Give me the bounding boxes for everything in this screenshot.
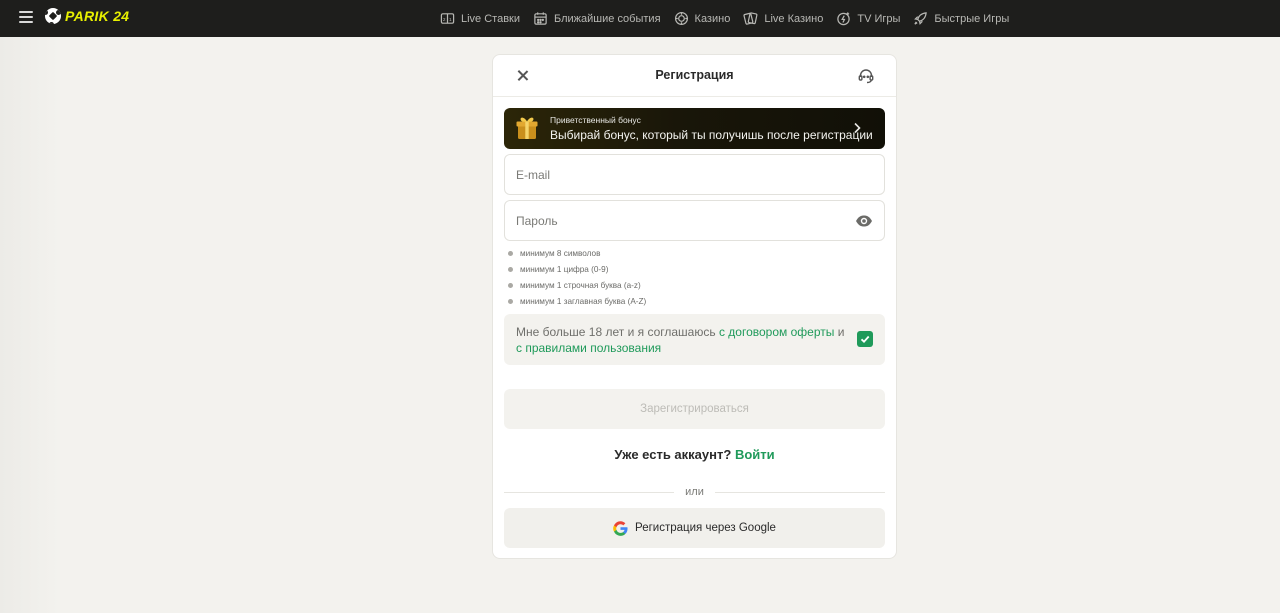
nav-label: Казино [694, 12, 731, 25]
modal-header: Регистрация [493, 55, 896, 97]
svg-text:2: 2 [443, 17, 446, 22]
nav-item-live-bets[interactable]: 21 Live Ставки [440, 11, 520, 26]
nav-item-fast-games[interactable]: Быстрые Игры [913, 11, 1009, 26]
support-headset-icon[interactable] [857, 67, 875, 85]
or-label: или [504, 486, 885, 498]
nav-item-tv-games[interactable]: TV Игры [836, 11, 900, 26]
rocket-icon [914, 12, 928, 25]
checkmark-icon [860, 335, 870, 343]
agreement-text: Мне больше 18 лет и я соглашаюсь с догов… [516, 325, 846, 356]
background-shade [0, 37, 60, 613]
nav-label: Быстрые Игры [934, 12, 1010, 25]
tv-games-icon [837, 12, 851, 26]
password-rule: минимум 1 строчная буква (a-z) [507, 280, 646, 296]
password-rules: минимум 8 символов минимум 1 цифра (0-9)… [507, 248, 646, 312]
nav-label: TV Игры [857, 12, 901, 25]
or-divider: или [504, 486, 885, 498]
bonus-text: Выбирай бонус, который ты получишь после… [550, 128, 873, 142]
agreement-text-middle: и [834, 325, 845, 339]
svg-text:1: 1 [449, 17, 452, 22]
agreement-text-start: Мне больше 18 лет и я соглашаюсь [516, 325, 719, 339]
logo-text: PARIK 24 [65, 8, 130, 24]
google-signup-label: Регистрация через Google [635, 522, 776, 534]
password-rule: минимум 8 символов [507, 248, 646, 264]
registration-modal: Регистрация Приветственный бонус Выбирай… [492, 54, 897, 559]
email-input[interactable] [516, 155, 846, 194]
nav-label: Live Ставки [461, 12, 521, 25]
calendar-icon [534, 12, 547, 25]
bonus-subtitle: Приветственный бонус [550, 115, 641, 125]
cards-icon [743, 12, 758, 25]
terms-of-use-link[interactable]: с правилами пользования [516, 341, 661, 355]
password-rule: минимум 1 цифра (0-9) [507, 264, 646, 280]
top-navigation-bar: PARIK 24 21 Live Ставки Ближайшие событи… [0, 0, 1280, 37]
nav-item-live-casino[interactable]: Live Казино [743, 11, 823, 26]
soccer-ball-icon [45, 8, 61, 24]
nav-item-upcoming-events[interactable]: Ближайшие события [533, 11, 661, 26]
scoreboard-icon: 21 [440, 13, 455, 24]
login-prompt: Уже есть аккаунт? Войти [493, 447, 896, 462]
menu-burger-icon[interactable] [19, 11, 33, 23]
welcome-bonus-banner[interactable]: Приветственный бонус Выбирай бонус, кото… [504, 108, 885, 149]
nav-label: Ближайшие события [554, 12, 661, 25]
nav-label: Live Казино [764, 12, 824, 25]
casino-chip-icon [674, 11, 688, 26]
google-icon [613, 520, 628, 536]
age-agreement: Мне больше 18 лет и я соглашаюсь с догов… [504, 314, 885, 365]
agreement-checkbox[interactable] [857, 331, 873, 347]
eye-icon[interactable] [855, 212, 873, 230]
google-signup-button[interactable]: Регистрация через Google [504, 508, 885, 548]
modal-title: Регистрация [655, 68, 734, 82]
logo[interactable]: PARIK 24 [45, 8, 129, 24]
register-button[interactable]: Зарегистрироваться [504, 389, 885, 429]
nav-item-casino[interactable]: Казино [674, 11, 731, 26]
gift-icon [516, 117, 538, 139]
login-prompt-text: Уже есть аккаунт? [614, 447, 732, 462]
chevron-right-icon [854, 122, 861, 134]
offer-agreement-link[interactable]: с договором оферты [719, 325, 834, 339]
email-field[interactable] [504, 154, 885, 195]
password-field[interactable] [504, 200, 885, 241]
password-input[interactable] [516, 201, 846, 240]
login-link[interactable]: Войти [735, 447, 775, 462]
main-nav: 21 Live Ставки Ближайшие события Казино … [440, 0, 1009, 37]
password-rule: минимум 1 заглавная буква (A-Z) [507, 296, 646, 312]
or-label-text: или [676, 486, 713, 498]
